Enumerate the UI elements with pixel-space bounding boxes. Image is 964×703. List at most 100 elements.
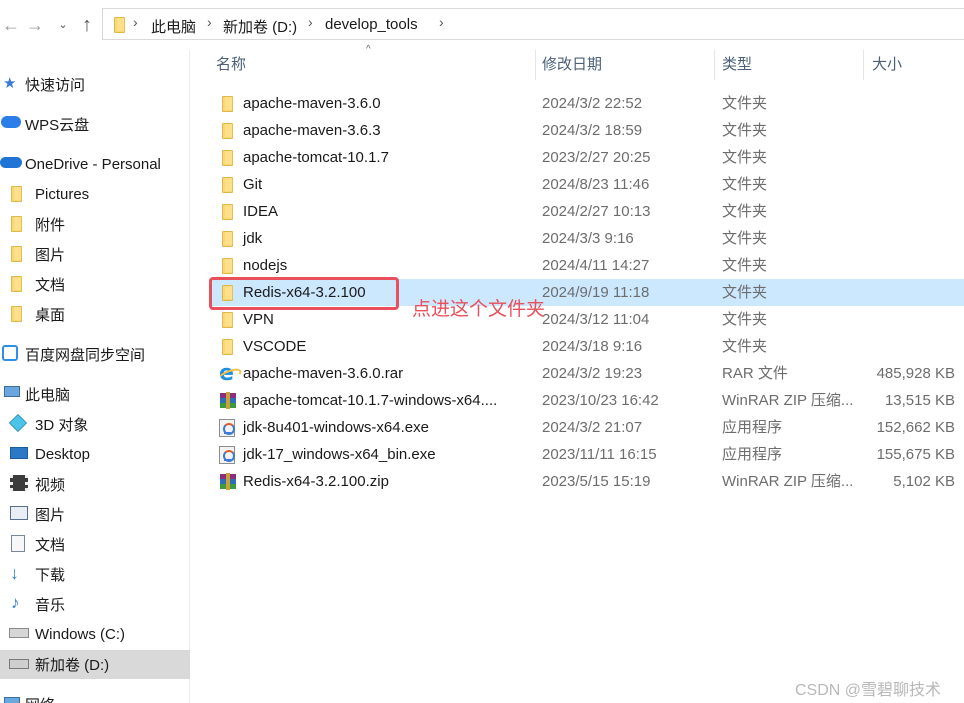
file-size: 155,675 KB: [876, 446, 955, 463]
nav-item-3d-objects[interactable]: 3D 对象: [0, 410, 190, 438]
file-type: 文件夹: [722, 338, 768, 355]
file-row[interactable]: apache-maven-3.6.0.rar 2024/3/2 19:23 RAR …: [209, 360, 964, 387]
file-row[interactable]: apache-maven-3.6.0 2024/3/2 22:52 文件夹: [209, 90, 964, 117]
folder-icon: [8, 185, 26, 203]
breadcrumb-drive-d[interactable]: 新加卷 (D:): [223, 16, 297, 37]
nav-item-onedrive[interactable]: OneDrive - Personal: [0, 150, 190, 178]
file-row[interactable]: jdk-8u401-windows-x64.exe 2024/3/2 21:07 应…: [209, 414, 964, 441]
nav-item-drive-d[interactable]: 新加卷 (D:): [0, 650, 190, 679]
folder-icon: [219, 149, 237, 167]
onedrive-icon: [0, 157, 22, 168]
nav-item-pictures-lib[interactable]: 图片: [0, 500, 190, 528]
column-divider[interactable]: [535, 50, 536, 80]
file-name: apache-tomcat-10.1.7: [243, 149, 389, 166]
computer-icon: [4, 386, 20, 397]
nav-item-baidu-sync[interactable]: 百度网盘同步空间: [0, 340, 190, 368]
file-modified-date: 2024/3/18 9:16: [542, 338, 643, 355]
breadcrumb-chevron-icon[interactable]: ›: [308, 14, 313, 30]
recent-locations-chevron-icon[interactable]: ⌄: [52, 12, 74, 38]
nav-item-music[interactable]: ♪ 音乐: [0, 590, 190, 618]
column-header-date[interactable]: 修改日期: [542, 50, 602, 80]
column-header-name[interactable]: 名称: [216, 50, 246, 80]
file-name: apache-tomcat-10.1.7-windows-x64....: [243, 392, 498, 409]
cloud-icon: [1, 116, 21, 128]
file-modified-date: 2023/10/23 16:42: [542, 392, 659, 409]
file-row[interactable]: VSCODE 2024/3/18 9:16 文件夹: [209, 333, 964, 360]
breadcrumb-chevron-icon[interactable]: ›: [133, 14, 138, 30]
watermark: CSDN @雪碧聊技术: [795, 682, 942, 699]
file-type: 文件夹: [722, 149, 768, 166]
file-row[interactable]: apache-maven-3.6.3 2024/3/2 18:59 文件夹: [209, 117, 964, 144]
file-type: WinRAR ZIP 压缩...: [722, 473, 854, 490]
back-arrow-icon[interactable]: ←: [0, 12, 22, 38]
file-modified-date: 2023/11/11 16:15: [542, 446, 657, 463]
file-row[interactable]: apache-tomcat-10.1.7-windows-x64.... 2023…: [209, 387, 964, 414]
file-row[interactable]: jdk-17_windows-x64_bin.exe 2023/11/11 16:…: [209, 441, 964, 468]
nav-item-this-pc[interactable]: 此电脑: [0, 380, 190, 408]
winrar-icon: [219, 392, 237, 410]
video-icon: [10, 475, 28, 491]
nav-item-label: 下载: [35, 566, 66, 584]
file-row[interactable]: IDEA 2024/2/27 10:13 文件夹: [209, 198, 964, 225]
column-divider[interactable]: [714, 50, 715, 80]
file-type: 文件夹: [722, 176, 768, 193]
file-type: 文件夹: [722, 284, 768, 301]
forward-arrow-icon[interactable]: →: [24, 12, 46, 38]
file-name: apache-maven-3.6.3: [243, 122, 381, 139]
file-row[interactable]: Git 2024/8/23 11:46 文件夹: [209, 171, 964, 198]
nav-item-pictures[interactable]: Pictures: [0, 180, 190, 208]
up-arrow-icon[interactable]: ↑: [76, 12, 98, 38]
file-modified-date: 2023/5/15 15:19: [542, 473, 651, 490]
file-size: 5,102 KB: [893, 473, 955, 490]
file-modified-date: 2024/2/27 10:13: [542, 203, 651, 220]
column-divider[interactable]: [863, 50, 864, 80]
breadcrumb-this-pc[interactable]: 此电脑: [151, 16, 196, 37]
winrar-icon: [219, 473, 237, 491]
nav-item-documents-lib[interactable]: 文档: [0, 530, 190, 558]
folder-icon: [219, 176, 237, 194]
file-type: 文件夹: [722, 203, 768, 220]
annotation-text: 点进这个文件夹: [412, 299, 546, 320]
file-name: Git: [243, 176, 263, 193]
nav-item-wps-cloud[interactable]: WPS云盘: [0, 110, 190, 138]
folder-icon: [219, 122, 237, 140]
navigation-pane: ★ 快速访问 WPS云盘 OneDrive - Personal Picture…: [0, 50, 190, 703]
column-header-size[interactable]: 大小: [872, 50, 902, 80]
file-row[interactable]: VPN 2024/3/12 11:04 文件夹: [209, 306, 964, 333]
file-type: 文件夹: [722, 230, 768, 247]
file-modified-date: 2024/9/19 11:18: [542, 284, 650, 301]
nav-item-label: 图片: [35, 506, 66, 524]
address-bar[interactable]: › 此电脑 › 新加卷 (D:) › develop_tools ›: [102, 8, 964, 40]
file-type: RAR 文件: [722, 365, 788, 382]
file-name: Redis-x64-3.2.100.zip: [243, 473, 389, 490]
file-modified-date: 2023/2/27 20:25: [542, 149, 651, 166]
cube-icon: [8, 413, 28, 433]
desktop-icon: [10, 447, 28, 459]
file-row[interactable]: Redis-x64-3.2.100.zip 2023/5/15 15:19 WinR…: [209, 468, 964, 495]
breadcrumb-develop-tools[interactable]: develop_tools: [325, 16, 418, 33]
nav-item-desktop[interactable]: Desktop: [0, 440, 190, 468]
column-header-type[interactable]: 类型: [722, 50, 752, 80]
baidu-sync-icon: [2, 345, 18, 361]
nav-item-documents[interactable]: 文档: [0, 270, 190, 298]
nav-item-attachments[interactable]: 附件: [0, 210, 190, 238]
nav-item-label: 附件: [35, 216, 66, 234]
nav-item-desktop-folder[interactable]: 桌面: [0, 300, 190, 328]
file-row[interactable]: nodejs 2024/4/11 14:27 文件夹: [209, 252, 964, 279]
folder-icon: [219, 257, 237, 275]
file-row[interactable]: apache-tomcat-10.1.7 2023/2/27 20:25 文件夹: [209, 144, 964, 171]
nav-item-downloads[interactable]: ↓ 下载: [0, 560, 190, 588]
file-row[interactable]: jdk 2024/3/3 9:16 文件夹: [209, 225, 964, 252]
nav-item-label: 桌面: [35, 306, 66, 324]
nav-item-videos[interactable]: 视频: [0, 470, 190, 498]
breadcrumb-chevron-icon[interactable]: ›: [439, 14, 444, 30]
nav-item-drive-c[interactable]: Windows (C:): [0, 620, 190, 648]
folder-icon: [8, 245, 26, 263]
nav-item-label: 百度网盘同步空间: [25, 346, 146, 364]
file-name: jdk-8u401-windows-x64.exe: [243, 419, 429, 436]
nav-item-label: Pictures: [35, 185, 90, 203]
breadcrumb-chevron-icon[interactable]: ›: [207, 14, 212, 30]
nav-item-network[interactable]: 网络: [0, 690, 190, 703]
nav-item-quick-access[interactable]: ★ 快速访问: [0, 70, 190, 98]
nav-item-images[interactable]: 图片: [0, 240, 190, 268]
